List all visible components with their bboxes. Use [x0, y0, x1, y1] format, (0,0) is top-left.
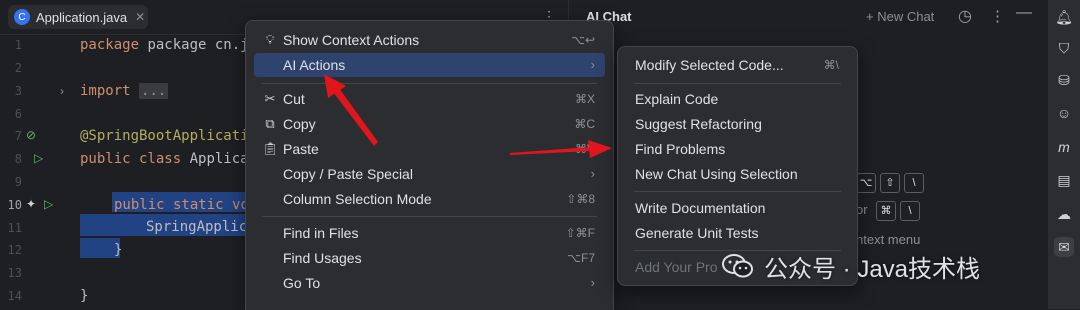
watermark-text: 公众号 · Java技术栈	[764, 255, 981, 283]
annotation-arrow	[324, 74, 378, 146]
watermark: 公众号 · Java技术栈	[722, 250, 981, 283]
annotation-arrow	[510, 140, 612, 158]
wechat-icon	[722, 253, 754, 279]
